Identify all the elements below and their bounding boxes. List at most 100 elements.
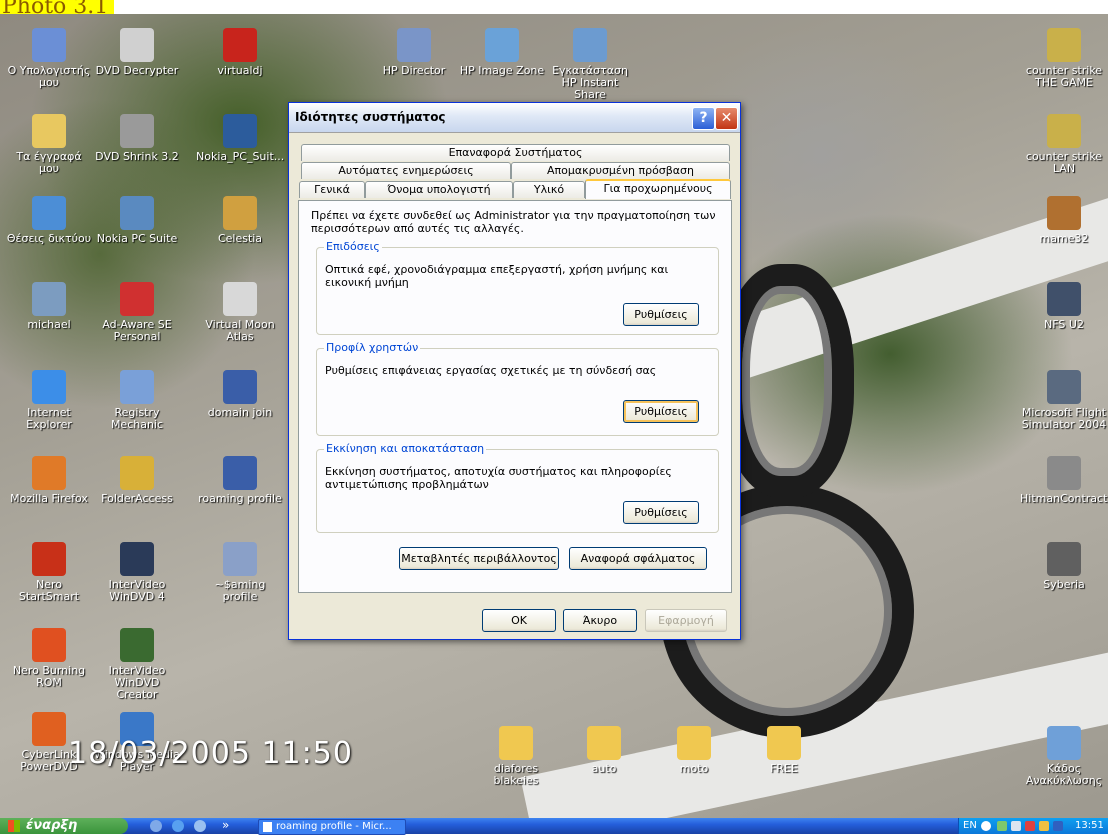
- start-button[interactable]: έναρξη: [0, 818, 128, 834]
- desktop-icon[interactable]: domain join: [196, 370, 284, 419]
- user-profiles-settings-button[interactable]: Ρυθμίσεις: [623, 400, 699, 423]
- desktop-icon[interactable]: ~$aming profile: [196, 542, 284, 603]
- nfs-icon: [1047, 282, 1081, 316]
- desktop-icon[interactable]: moto: [650, 726, 738, 775]
- desktop-icon[interactable]: Microsoft Flight Simulator 2004: [1020, 370, 1108, 431]
- startup-recovery-settings-button[interactable]: Ρυθμίσεις: [623, 501, 699, 524]
- nero-burning-icon: [32, 628, 66, 662]
- desktop-icon-label: Celestia: [217, 232, 263, 245]
- system-tray: EN 13:51: [958, 818, 1108, 834]
- word-document-icon: [263, 822, 272, 832]
- error-reporting-button[interactable]: Αναφορά σφάλματος: [569, 547, 707, 570]
- virtualdj-icon: [223, 28, 257, 62]
- word-temp-file-icon: [223, 542, 257, 576]
- desktop-icon[interactable]: Τα έγγραφά μου: [5, 114, 93, 175]
- desktop-icon[interactable]: FolderAccess: [93, 456, 181, 505]
- moon-icon: [223, 282, 257, 316]
- desktop-icon[interactable]: Internet Explorer: [5, 370, 93, 431]
- tab-general[interactable]: Γενικά: [299, 181, 365, 198]
- tab-remote-access[interactable]: Απομακρυσμένη πρόσβαση: [511, 162, 730, 179]
- desktop-icon[interactable]: Registry Mechanic: [93, 370, 181, 431]
- desktop-icon[interactable]: counter strike THE GAME: [1020, 28, 1108, 89]
- help-button[interactable]: ?: [692, 107, 715, 130]
- desktop-icon-label: InterVideo WinDVD 4: [108, 578, 166, 603]
- desktop-icon[interactable]: Θέσεις δικτύου: [5, 196, 93, 245]
- desktop-icon-label: domain join: [207, 406, 273, 419]
- close-button[interactable]: ✕: [715, 107, 738, 130]
- desktop-icon[interactable]: counter strike LAN: [1020, 114, 1108, 175]
- apply-button[interactable]: Εφαρμογή: [645, 609, 727, 632]
- photo-date-stamp: 18/03/2005 11:50: [68, 736, 353, 771]
- security-tray-icon[interactable]: [1039, 821, 1049, 831]
- desktop-icon-label: Nero StartSmart: [18, 578, 80, 603]
- language-indicator[interactable]: EN: [963, 818, 977, 834]
- desktop-icon[interactable]: Nokia_PC_Suit...: [196, 114, 284, 163]
- desktop-icon[interactable]: virtualdj: [196, 28, 284, 77]
- tab-automatic-updates[interactable]: Αυτόματες ενημερώσεις: [301, 162, 511, 179]
- tab-computer-name[interactable]: Όνομα υπολογιστή: [365, 181, 513, 198]
- desktop-icon[interactable]: Εγκατάσταση HP Instant Share: [546, 28, 634, 101]
- desktop-icon[interactable]: michael: [5, 282, 93, 331]
- desktop-icon[interactable]: Ad-Aware SE Personal: [93, 282, 181, 343]
- desktop-icon[interactable]: FREE: [740, 726, 828, 775]
- desktop-icon-label: Εγκατάσταση HP Instant Share: [552, 64, 628, 101]
- volume-tray-icon[interactable]: [1011, 821, 1021, 831]
- desktop-icon[interactable]: NFS U2: [1020, 282, 1108, 331]
- desktop-icon[interactable]: roaming profile: [196, 456, 284, 505]
- desktop-icon-label: Syberia: [1043, 578, 1085, 591]
- desktop-icon[interactable]: HitmanContracts: [1020, 456, 1108, 505]
- antivirus-tray-icon[interactable]: [1025, 821, 1035, 831]
- user-folder-icon: [32, 282, 66, 316]
- show-desktop-icon[interactable]: [150, 820, 162, 832]
- windows-logo-icon: [8, 820, 20, 832]
- desktop-icon[interactable]: InterVideo WinDVD 4: [93, 542, 181, 603]
- tab-system-restore[interactable]: Επαναφορά Συστήματος: [301, 144, 730, 161]
- update-tray-icon[interactable]: [1053, 821, 1063, 831]
- desktop-icon[interactable]: Nero StartSmart: [5, 542, 93, 603]
- startup-recovery-group: Εκκίνηση και αποκατάσταση Εκκίνηση συστή…: [316, 442, 719, 533]
- desktop-icon[interactable]: auto: [560, 726, 648, 775]
- desktop-icon[interactable]: Virtual Moon Atlas: [196, 282, 284, 343]
- desktop-icon-label: Nokia PC Suite: [96, 232, 178, 245]
- performance-group-title: Επιδόσεις: [324, 240, 382, 253]
- startup-recovery-group-title: Εκκίνηση και αποκατάσταση: [324, 442, 487, 455]
- media-player-quicklaunch-icon[interactable]: [194, 820, 206, 832]
- desktop-icon-label: Ο Υπολογιστής μου: [7, 64, 91, 89]
- desktop-icon[interactable]: DVD Decrypter: [93, 28, 181, 77]
- tab-hardware[interactable]: Υλικό: [513, 181, 585, 198]
- tab-advanced[interactable]: Για προχωρημένους: [585, 179, 731, 199]
- startup-recovery-description: Εκκίνηση συστήματος, αποτυχία συστήματος…: [325, 465, 672, 491]
- ok-button[interactable]: OK: [482, 609, 556, 632]
- taskbar-item-roaming-profile[interactable]: roaming profile - Micr...: [258, 819, 406, 835]
- desktop-icon[interactable]: mame32: [1020, 196, 1108, 245]
- performance-settings-button[interactable]: Ρυθμίσεις: [623, 303, 699, 326]
- clock[interactable]: 13:51: [1075, 818, 1104, 834]
- word-document-icon: [223, 456, 257, 490]
- desktop-icon[interactable]: Κάδος Ανακύκλωσης: [1020, 726, 1108, 787]
- network-tray-icon[interactable]: [997, 821, 1007, 831]
- desktop-icon[interactable]: Celestia: [196, 196, 284, 245]
- desktop-icon[interactable]: HP Image Zone: [458, 28, 546, 77]
- desktop-icon[interactable]: Ο Υπολογιστής μου: [5, 28, 93, 89]
- desktop-icon[interactable]: HP Director: [370, 28, 458, 77]
- hp-share-icon: [573, 28, 607, 62]
- desktop-icon[interactable]: Mozilla Firefox: [5, 456, 93, 505]
- desktop-icon[interactable]: Syberia: [1020, 542, 1108, 591]
- nokia-suite-icon: [223, 114, 257, 148]
- cancel-button[interactable]: Άκυρο: [563, 609, 637, 632]
- celestia-icon: [223, 196, 257, 230]
- advanced-tab-panel: Πρέπει να έχετε συνδεθεί ως Administrato…: [298, 200, 732, 593]
- desktop-icon[interactable]: Nero Burning ROM: [5, 628, 93, 689]
- tray-expand-icon[interactable]: [981, 821, 991, 831]
- desktop-icon[interactable]: Nokia PC Suite: [93, 196, 181, 245]
- quicklaunch-chevron[interactable]: »: [222, 818, 229, 832]
- internet-explorer-quicklaunch-icon[interactable]: [172, 820, 184, 832]
- powerdvd-icon: [32, 712, 66, 746]
- dialog-titlebar[interactable]: Ιδιότητες συστήματος ? ✕: [289, 103, 740, 133]
- desktop-icon-label: virtualdj: [217, 64, 263, 77]
- desktop-icon[interactable]: InterVideo WinDVD Creator: [93, 628, 181, 701]
- desktop-icon[interactable]: DVD Shrink 3.2: [93, 114, 181, 163]
- desktop-icon-label: FolderAccess: [101, 492, 173, 505]
- desktop-icon[interactable]: diafores blakeies: [472, 726, 560, 787]
- environment-variables-button[interactable]: Μεταβλητές περιβάλλοντος: [399, 547, 559, 570]
